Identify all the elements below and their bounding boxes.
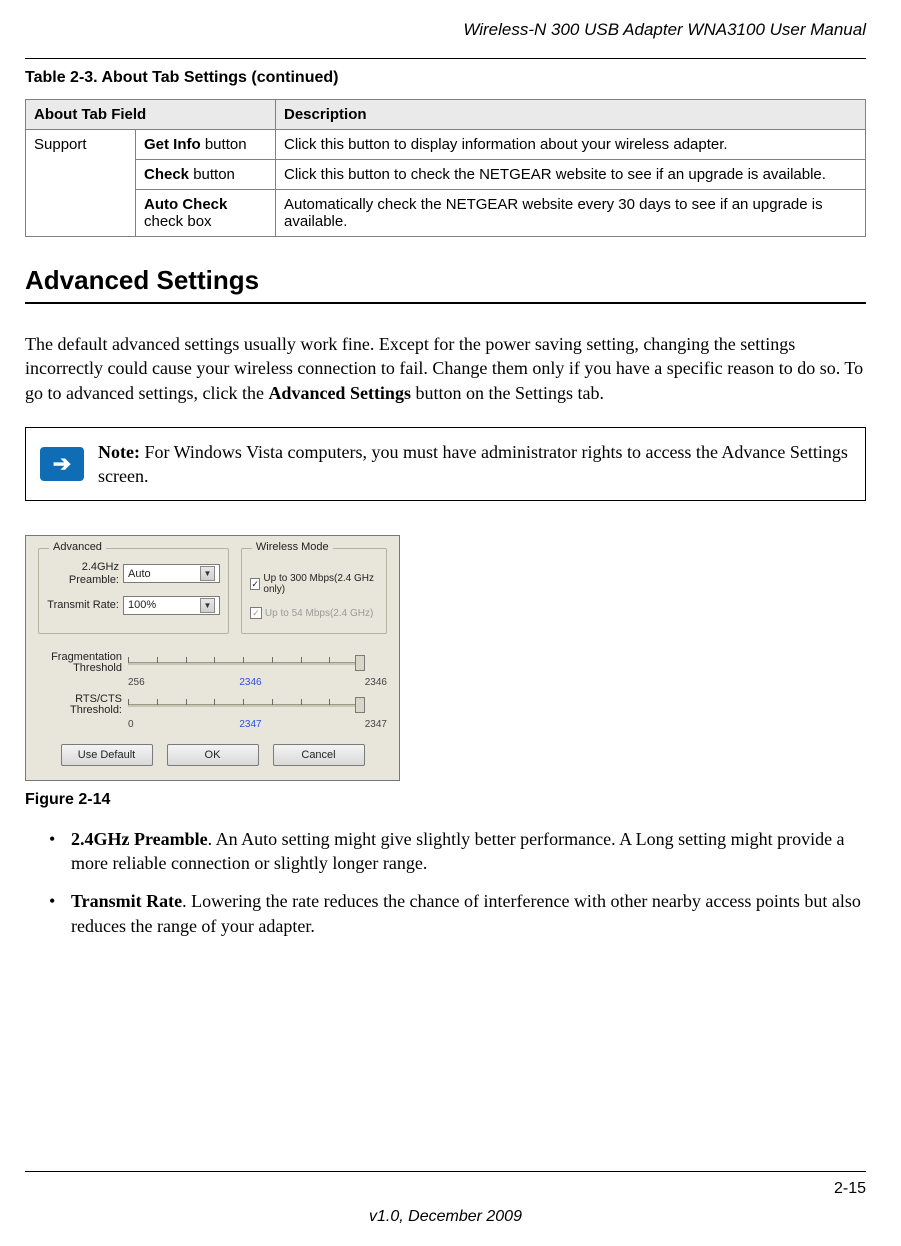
preamble-combo[interactable]: Auto ▼ <box>123 564 220 583</box>
transmit-rate-combo[interactable]: 100% ▼ <box>123 596 220 615</box>
rts-scale: 023472347 <box>128 719 387 730</box>
cell-field-autocheck: Auto Check check box <box>136 190 276 237</box>
mode-option-300[interactable]: ✓ Up to 300 Mbps(2.4 GHz only) <box>250 573 378 595</box>
intro-paragraph: The default advanced settings usually wo… <box>25 332 866 405</box>
wireless-mode-legend: Wireless Mode <box>252 541 333 553</box>
use-default-button[interactable]: Use Default <box>61 744 153 766</box>
bullet-transmit-rate: Transmit Rate. Lowering the rate reduces… <box>49 889 866 938</box>
rts-label: RTS/CTS Threshold: <box>38 694 122 717</box>
fragmentation-slider[interactable] <box>128 654 387 672</box>
advanced-settings-dialog: Advanced 2.4GHz Preamble: Auto ▼ Transmi… <box>25 535 400 780</box>
section-heading: Advanced Settings <box>25 265 866 296</box>
note-box: ➔ Note: For Windows Vista computers, you… <box>25 427 866 502</box>
version-string: v1.0, December 2009 <box>25 1208 866 1226</box>
mode-option-54: ✓ Up to 54 Mbps(2.4 GHz) <box>250 607 378 619</box>
cell-field-getinfo: Get Info button <box>136 130 276 160</box>
cell-support-group: Support <box>26 130 136 237</box>
rts-slider[interactable] <box>128 696 387 714</box>
footer-rule <box>25 1171 866 1172</box>
fragmentation-label: Fragmentation Threshold <box>38 652 122 675</box>
fragmentation-scale: 25623462346 <box>128 677 387 688</box>
cancel-button[interactable]: Cancel <box>273 744 365 766</box>
th-description: Description <box>276 100 866 130</box>
bullet-preamble: 2.4GHz Preamble. An Auto setting might g… <box>49 827 866 876</box>
checkbox-icon[interactable]: ✓ <box>250 578 260 590</box>
about-tab-table: About Tab Field Description Support Get … <box>25 99 866 237</box>
page-footer: 2-15 v1.0, December 2009 <box>25 1171 866 1226</box>
cell-field-check: Check button <box>136 160 276 190</box>
figure-caption: Figure 2-14 <box>25 791 866 809</box>
checkbox-icon: ✓ <box>250 607 262 619</box>
note-text: Note: For Windows Vista computers, you m… <box>98 428 865 501</box>
ok-button[interactable]: OK <box>167 744 259 766</box>
advanced-fieldset: Advanced 2.4GHz Preamble: Auto ▼ Transmi… <box>38 548 229 633</box>
transmit-rate-label: Transmit Rate: <box>47 599 119 611</box>
section-rule <box>25 302 866 304</box>
cell-desc-check: Click this button to check the NETGEAR w… <box>276 160 866 190</box>
preamble-label: 2.4GHz Preamble: <box>47 561 119 585</box>
dialog-button-row: Use Default OK Cancel <box>38 744 387 766</box>
cell-desc-autocheck: Automatically check the NETGEAR website … <box>276 190 866 237</box>
note-icon-cell: ➔ <box>26 428 98 501</box>
chevron-down-icon[interactable]: ▼ <box>200 566 215 581</box>
document-header-title: Wireless-N 300 USB Adapter WNA3100 User … <box>25 20 866 40</box>
cell-desc-getinfo: Click this button to display information… <box>276 130 866 160</box>
table-caption: Table 2-3. About Tab Settings (continued… <box>25 69 866 87</box>
advanced-legend: Advanced <box>49 541 106 553</box>
wireless-mode-fieldset: Wireless Mode ✓ Up to 300 Mbps(2.4 GHz o… <box>241 548 387 633</box>
th-about-field: About Tab Field <box>26 100 276 130</box>
preamble-value: Auto <box>128 568 151 580</box>
header-rule <box>25 58 866 59</box>
page-number: 2-15 <box>25 1180 866 1198</box>
bullet-list: 2.4GHz Preamble. An Auto setting might g… <box>25 827 866 938</box>
transmit-rate-value: 100% <box>128 599 156 611</box>
slider-group: Fragmentation Threshold 25623462346 RTS/… <box>38 652 387 730</box>
arrow-right-icon: ➔ <box>40 447 84 481</box>
chevron-down-icon[interactable]: ▼ <box>200 598 215 613</box>
